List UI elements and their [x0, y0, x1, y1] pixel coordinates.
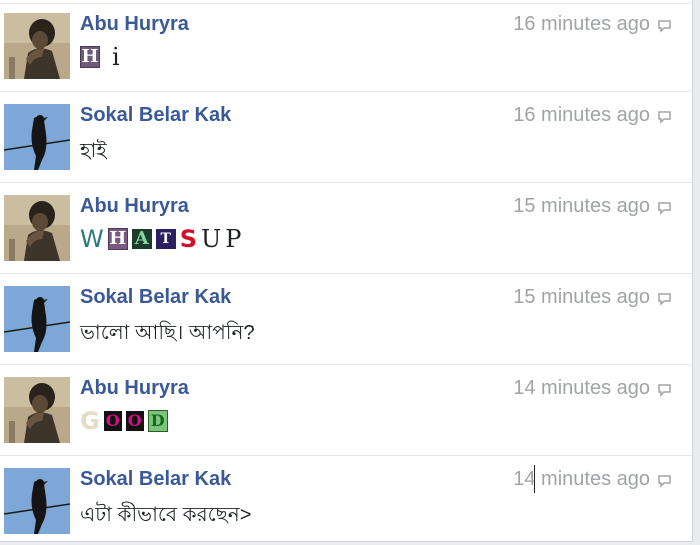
text-cursor	[534, 465, 536, 493]
message-text: এটা কীভাবে করছেন>	[80, 504, 252, 526]
chat-message: Sokal Belar Kak 14 minutes ago এটা কীভাব…	[0, 455, 692, 541]
timestamp: 16 minutes ago	[513, 13, 650, 35]
chat-message: Abu Huryra 16 minutes ago H i	[0, 0, 692, 92]
avatar-crow-on-wire[interactable]	[4, 104, 70, 170]
sender-name[interactable]: Abu Huryra	[80, 195, 189, 218]
message-text: ভালো আছি। আপনি?	[80, 322, 255, 344]
report-flag-icon[interactable]	[657, 383, 672, 398]
timestamp: 15 minutes ago	[513, 195, 650, 217]
avatar-man-hand-on-chin[interactable]	[4, 13, 70, 79]
report-flag-icon[interactable]	[657, 474, 672, 489]
report-flag-icon[interactable]	[657, 19, 672, 34]
avatar-crow-on-wire[interactable]	[4, 286, 70, 352]
timestamp: 16 minutes ago	[513, 104, 650, 126]
sender-name[interactable]: Abu Huryra	[80, 13, 189, 36]
message-text: G O O D	[80, 408, 168, 434]
sender-name[interactable]: Sokal Belar Kak	[80, 468, 231, 491]
avatar-crow-on-wire[interactable]	[4, 468, 70, 534]
timestamp: 15 minutes ago	[513, 286, 650, 308]
timestamp: 14 minutes ago	[513, 377, 650, 399]
report-flag-icon[interactable]	[657, 292, 672, 307]
report-flag-icon[interactable]	[657, 110, 672, 125]
chat-message: Abu Huryra 14 minutes ago G O O D	[0, 364, 692, 456]
sender-name[interactable]: Sokal Belar Kak	[80, 286, 231, 309]
chat-message: Abu Huryra 15 minutes ago W H A T S U P	[0, 182, 692, 274]
message-text: H i	[80, 43, 120, 71]
chat-message: Sokal Belar Kak 15 minutes ago ভালো আছি।…	[0, 273, 692, 365]
avatar-man-hand-on-chin[interactable]	[4, 195, 70, 261]
sender-name[interactable]: Sokal Belar Kak	[80, 104, 231, 127]
message-text: W H A T S U P	[80, 225, 242, 253]
timestamp: 14 minutes ago	[513, 465, 650, 493]
message-text: হাই	[80, 140, 107, 162]
chat-message-list: Abu Huryra 16 minutes ago H i Sokal Bela…	[0, 0, 693, 542]
avatar-man-hand-on-chin[interactable]	[4, 377, 70, 443]
report-flag-icon[interactable]	[657, 201, 672, 216]
sender-name[interactable]: Abu Huryra	[80, 377, 189, 400]
chat-message: Sokal Belar Kak 16 minutes ago হাই	[0, 91, 692, 183]
